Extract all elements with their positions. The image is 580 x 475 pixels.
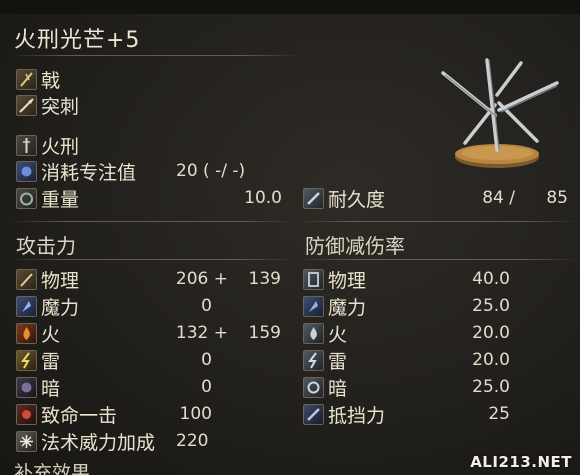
defense-row: 暗 <box>303 375 348 400</box>
stats-divider-right <box>298 221 578 222</box>
defense-physical-label: 物理 <box>328 269 367 292</box>
attack-type-label: 突刺 <box>41 95 80 118</box>
defense-physical-value: 40.0 <box>472 269 510 289</box>
weight-icon <box>16 187 37 209</box>
attack-dark-label: 暗 <box>41 377 61 400</box>
weapon-image <box>441 58 559 168</box>
attack-fire-bonus: 159 <box>248 323 281 343</box>
defense-dark-value: 25.0 <box>472 377 510 397</box>
attack-magic-label: 魔力 <box>41 296 80 319</box>
defense-lightning-value: 20.0 <box>472 350 510 370</box>
attack-magic-base: 0 <box>201 296 212 316</box>
watermark: ALI213.NET <box>470 453 572 471</box>
weapon-type-icon <box>16 68 37 90</box>
attack-fire-base: 132 + <box>175 323 228 343</box>
item-title: 火刑光芒+5 <box>14 28 141 53</box>
fp-cost-row: 消耗专注值 <box>16 159 137 184</box>
physical-guard-icon <box>303 268 324 290</box>
magic-guard-icon <box>303 295 324 317</box>
defense-stability-value: 25 <box>488 404 510 424</box>
skill-label: 火刑 <box>41 135 80 158</box>
attack-header-underline <box>10 259 295 260</box>
stability-icon <box>303 403 324 425</box>
weight-value: 10.0 <box>244 188 282 208</box>
defense-header: 防御减伤率 <box>305 234 405 258</box>
attack-lightning-label: 雷 <box>41 350 61 373</box>
attack-row: 物理 <box>16 267 80 292</box>
weight-row: 重量 <box>16 186 80 211</box>
fire-guard-icon <box>303 322 324 344</box>
attack-critical-label: 致命一击 <box>41 404 118 427</box>
attack-critical-base: 100 <box>179 404 212 424</box>
attack-spellbuff-base: 220 <box>176 431 209 451</box>
attack-type-row: 突刺 <box>16 93 80 118</box>
attack-lightning-base: 0 <box>201 350 212 370</box>
physical-icon <box>16 268 37 290</box>
attack-row: 暗 <box>16 375 61 400</box>
attack-spellbuff-label: 法术威力加成 <box>41 431 156 454</box>
defense-fire-label: 火 <box>328 323 348 346</box>
fp-cost-label: 消耗专注值 <box>41 161 137 184</box>
title-divider <box>10 55 300 56</box>
stats-divider-left <box>10 221 295 222</box>
dark-icon <box>16 376 37 398</box>
attack-header: 攻击力 <box>16 234 76 258</box>
durability-row: 耐久度 <box>303 186 386 211</box>
defense-row: 物理 <box>303 267 367 292</box>
magic-icon <box>16 295 37 317</box>
attack-row: 法术威力加成 <box>16 429 156 454</box>
defense-header-underline <box>298 259 578 260</box>
skill-icon <box>16 134 37 156</box>
attack-fire-label: 火 <box>41 323 61 346</box>
attack-row: 火 <box>16 321 61 346</box>
dark-guard-icon <box>303 376 324 398</box>
durability-current: 84 / <box>482 188 515 208</box>
weapon-type-label: 戟 <box>41 69 61 92</box>
attack-physical-label: 物理 <box>41 269 80 292</box>
defense-stability-label: 抵挡力 <box>328 404 386 427</box>
top-bar <box>0 0 580 14</box>
defense-magic-label: 魔力 <box>328 296 367 319</box>
attack-row: 雷 <box>16 348 61 373</box>
defense-dark-label: 暗 <box>328 377 348 400</box>
lightning-guard-icon <box>303 349 324 371</box>
defense-lightning-label: 雷 <box>328 350 348 373</box>
defense-row: 雷 <box>303 348 348 373</box>
lightning-icon <box>16 349 37 371</box>
spell-buff-icon <box>16 430 37 452</box>
defense-row: 抵挡力 <box>303 402 386 427</box>
fp-cost-value: 20 ( -/ -) <box>176 161 246 181</box>
defense-row: 魔力 <box>303 294 367 319</box>
attack-physical-bonus: 139 <box>248 269 281 289</box>
bottom-section-header: 补充效果 <box>14 462 91 475</box>
attack-dark-base: 0 <box>201 377 212 397</box>
critical-icon <box>16 403 37 425</box>
fire-icon <box>16 322 37 344</box>
weight-label: 重量 <box>41 188 80 211</box>
attack-row: 致命一击 <box>16 402 118 427</box>
skill-row: 火刑 <box>16 133 80 158</box>
weapon-type-row: 戟 <box>16 67 61 92</box>
attack-physical-base: 206 + <box>175 269 228 289</box>
attack-row: 魔力 <box>16 294 80 319</box>
durability-max: 85 <box>546 188 568 208</box>
thrust-icon <box>16 94 37 116</box>
defense-magic-value: 25.0 <box>472 296 510 316</box>
defense-fire-value: 20.0 <box>472 323 510 343</box>
defense-row: 火 <box>303 321 348 346</box>
durability-label: 耐久度 <box>328 188 386 211</box>
durability-icon <box>303 187 324 209</box>
fp-icon <box>16 160 37 182</box>
